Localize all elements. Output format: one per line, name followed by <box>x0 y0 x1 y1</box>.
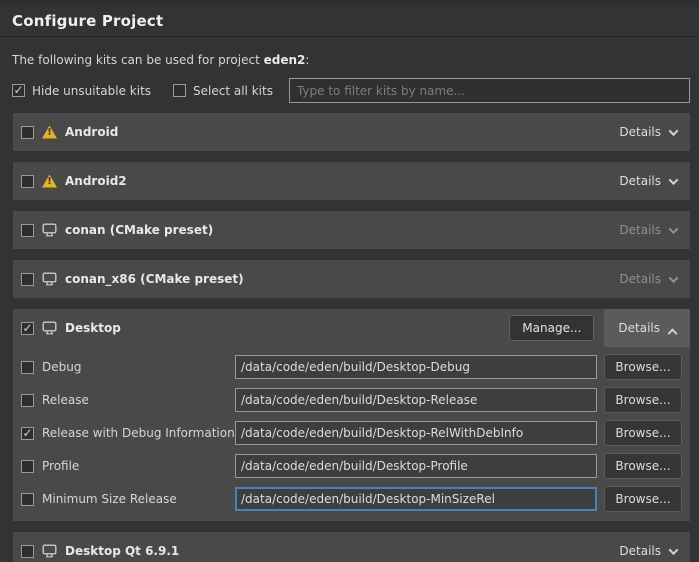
manage-kits-button[interactable]: Manage... <box>509 315 594 341</box>
title-bar: Configure Project <box>0 5 699 37</box>
details-label: Details <box>619 125 661 139</box>
chevron-down-icon <box>669 273 679 283</box>
config-row-profile: Profile Browse... <box>21 453 682 479</box>
build-dir-input[interactable] <box>235 355 597 379</box>
hide-unsuitable-kits-toggle[interactable]: Hide unsuitable kits <box>12 84 151 98</box>
chevron-down-icon <box>669 545 679 555</box>
kit-row-android: Android Details <box>13 113 690 151</box>
config-checkbox[interactable] <box>21 361 34 374</box>
build-dir-input[interactable] <box>235 388 597 412</box>
details-toggle[interactable]: Details <box>619 544 677 558</box>
project-name: eden2 <box>264 53 306 67</box>
kit-header: conan_x86 (CMake preset) Details <box>13 260 690 298</box>
chevron-down-icon <box>669 224 679 234</box>
kits-intro-text: The following kits can be used for proje… <box>0 37 699 67</box>
browse-button[interactable]: Browse... <box>604 420 682 446</box>
config-checkbox[interactable] <box>21 460 34 473</box>
chevron-down-icon <box>669 175 679 185</box>
page-title: Configure Project <box>12 12 687 30</box>
kit-row-desktop-qt: Desktop Qt 6.9.1 Details <box>13 532 690 562</box>
details-label: Details <box>619 272 661 286</box>
kit-name: Android2 <box>65 174 127 188</box>
details-toggle: Details <box>619 223 677 237</box>
config-label: Release <box>42 393 235 407</box>
kit-name: Desktop <box>65 321 121 335</box>
intro-text-prefix: The following kits can be used for proje… <box>12 53 264 67</box>
kit-list: Android Details Android2 Details <box>0 113 699 562</box>
kit-name: Desktop Qt 6.9.1 <box>65 544 179 558</box>
config-label: Profile <box>42 459 235 473</box>
select-all-kits-toggle[interactable]: Select all kits <box>173 84 273 98</box>
kit-name: Android <box>65 125 118 139</box>
kit-header: Desktop Qt 6.9.1 Details <box>13 532 690 562</box>
kit-checkbox[interactable] <box>21 545 34 558</box>
chevron-up-icon <box>668 328 678 338</box>
build-dir-input[interactable] <box>235 421 597 445</box>
config-checkbox[interactable] <box>21 427 34 440</box>
kit-header: conan (CMake preset) Details <box>13 211 690 249</box>
desktop-build-configs: Debug Browse... Release Browse... Releas… <box>13 347 690 521</box>
kit-checkbox[interactable] <box>21 126 34 139</box>
browse-button[interactable]: Browse... <box>604 453 682 479</box>
hide-unsuitable-kits-label: Hide unsuitable kits <box>32 84 151 98</box>
kit-checkbox[interactable] <box>21 322 34 335</box>
kit-header: Android Details <box>13 113 690 151</box>
kit-checkbox[interactable] <box>21 175 34 188</box>
details-toggle[interactable]: Details <box>619 174 677 188</box>
warning-icon <box>42 175 57 188</box>
kit-header: Android2 Details <box>13 162 690 200</box>
details-label: Details <box>618 321 660 335</box>
checkbox-checked-icon[interactable] <box>12 84 25 97</box>
details-label: Details <box>619 544 661 558</box>
details-label: Details <box>619 174 661 188</box>
details-label: Details <box>619 223 661 237</box>
build-dir-input[interactable] <box>235 454 597 478</box>
kit-row-conan-x86: conan_x86 (CMake preset) Details <box>13 260 690 298</box>
details-toggle[interactable]: Details <box>619 125 677 139</box>
kit-row-android2: Android2 Details <box>13 162 690 200</box>
config-checkbox[interactable] <box>21 394 34 407</box>
chevron-down-icon <box>669 126 679 136</box>
monitor-icon <box>42 544 57 558</box>
intro-text-suffix: : <box>305 53 309 67</box>
config-checkbox[interactable] <box>21 493 34 506</box>
warning-icon <box>42 126 57 139</box>
kit-filter-controls: Hide unsuitable kits Select all kits <box>0 67 699 103</box>
kit-checkbox[interactable] <box>21 273 34 286</box>
config-row-relwithdebinfo: Release with Debug Information Browse... <box>21 420 682 446</box>
configure-project-page: Configure Project The following kits can… <box>0 0 699 562</box>
config-row-minsizerel: Minimum Size Release Browse... <box>21 486 682 512</box>
config-row-release: Release Browse... <box>21 387 682 413</box>
kit-checkbox[interactable] <box>21 224 34 237</box>
config-row-debug: Debug Browse... <box>21 354 682 380</box>
kit-name: conan (CMake preset) <box>65 223 213 237</box>
monitor-icon <box>42 321 57 335</box>
browse-button[interactable]: Browse... <box>604 354 682 380</box>
browse-button[interactable]: Browse... <box>604 486 682 512</box>
monitor-icon <box>42 223 57 237</box>
details-toggle[interactable]: Details <box>618 321 676 335</box>
monitor-icon <box>42 272 57 286</box>
kit-filter-input[interactable] <box>289 78 690 103</box>
browse-button[interactable]: Browse... <box>604 387 682 413</box>
config-label: Minimum Size Release <box>42 492 235 506</box>
build-dir-input-focused[interactable] <box>235 487 597 511</box>
kit-name: conan_x86 (CMake preset) <box>65 272 244 286</box>
details-badge: Details <box>604 309 690 347</box>
config-label: Release with Debug Information <box>42 426 235 440</box>
select-all-kits-label: Select all kits <box>193 84 273 98</box>
kit-header: Desktop Manage... Details <box>13 309 690 347</box>
checkbox-unchecked-icon[interactable] <box>173 84 186 97</box>
config-label: Debug <box>42 360 235 374</box>
kit-row-desktop: Desktop Manage... Details Debug Browse..… <box>13 309 690 521</box>
details-toggle: Details <box>619 272 677 286</box>
kit-row-conan: conan (CMake preset) Details <box>13 211 690 249</box>
